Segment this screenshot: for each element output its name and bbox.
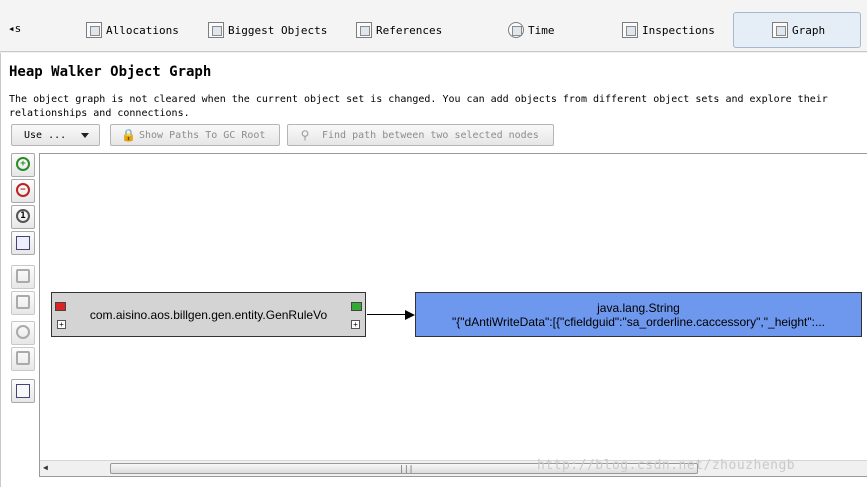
- chevron-down-icon: [81, 133, 89, 138]
- graph-view-panel: Heap Walker Object Graph The object grap…: [0, 53, 867, 487]
- show-paths-label: Show Paths To GC Root: [139, 129, 266, 141]
- show-paths-to-gc-root-button[interactable]: 🔒 Show Paths To GC Root: [110, 124, 280, 146]
- stop-button[interactable]: [11, 321, 35, 345]
- inspections-icon: [622, 22, 638, 38]
- tab-scroll-left-button[interactable]: ◂s: [8, 22, 21, 35]
- object-graph-canvas[interactable]: + com.aisino.aos.billgen.gen.entity.GenR…: [39, 153, 867, 477]
- tab-label: Graph: [792, 23, 826, 37]
- arrowhead-icon: [405, 310, 415, 320]
- find-path-button[interactable]: ⚲ Find path between two selected nodes: [287, 124, 554, 146]
- tab-graph[interactable]: Graph: [733, 12, 861, 48]
- node-detail: "{"dAntiWriteData":[{"cfieldguid":"sa_or…: [452, 314, 825, 329]
- tab-scroll-label: s: [14, 22, 22, 35]
- tab-allocations[interactable]: Allocations: [80, 12, 190, 48]
- expand-icon[interactable]: +: [351, 320, 360, 329]
- incoming-references-icon[interactable]: [55, 302, 66, 311]
- node-label: java.lang.String: [597, 300, 680, 315]
- back-button[interactable]: [11, 265, 35, 289]
- lock-icon: 🔒: [121, 128, 136, 142]
- zoom-out-icon: −: [16, 183, 30, 197]
- tab-label: Inspections: [642, 23, 715, 37]
- biggest-objects-icon: [208, 22, 224, 38]
- zoom-out-button[interactable]: −: [11, 179, 35, 203]
- layout-button[interactable]: [11, 379, 35, 403]
- time-icon: [508, 22, 524, 38]
- tab-label: Time: [528, 23, 555, 37]
- tab-label: References: [376, 23, 443, 37]
- use-dropdown-label: Use ...: [24, 129, 67, 141]
- page-description: The object graph is not cleared when the…: [9, 94, 828, 119]
- tab-label: Biggest Objects: [228, 23, 328, 37]
- fit-to-window-button[interactable]: [11, 231, 35, 255]
- tab-references[interactable]: References: [350, 12, 460, 48]
- delete-button[interactable]: [11, 347, 35, 371]
- fit-to-window-icon: [16, 236, 30, 250]
- stop-icon: [16, 325, 30, 339]
- use-dropdown-button[interactable]: Use ...: [11, 124, 100, 146]
- references-icon: [356, 22, 372, 38]
- zoom-reset-icon: 1: [16, 209, 30, 223]
- zoom-in-button[interactable]: +: [11, 153, 35, 177]
- tab-inspections[interactable]: Inspections: [616, 12, 726, 48]
- graph-icon: [772, 22, 788, 38]
- scroll-left-icon[interactable]: ◀: [43, 463, 48, 472]
- layout-icon: [16, 384, 30, 398]
- node-label: com.aisino.aos.billgen.gen.entity.GenRul…: [89, 307, 328, 322]
- page-title: Heap Walker Object Graph: [9, 64, 212, 80]
- find-path-label: Find path between two selected nodes: [322, 129, 539, 141]
- graph-node-string[interactable]: java.lang.String "{"dAntiWriteData":[{"c…: [415, 292, 862, 337]
- grip-icon: |||: [399, 464, 414, 473]
- forward-icon: [16, 295, 30, 309]
- tab-time[interactable]: Time: [502, 12, 582, 48]
- view-tab-bar: ◂s Allocations Biggest Objects Reference…: [0, 0, 867, 52]
- zoom-in-icon: +: [16, 157, 30, 171]
- trash-icon: [16, 351, 30, 365]
- expand-icon[interactable]: +: [57, 320, 66, 329]
- tab-label: Allocations: [106, 23, 179, 37]
- back-icon: [16, 269, 30, 283]
- allocations-icon: [86, 22, 102, 38]
- path-icon: ⚲: [300, 128, 310, 142]
- tab-biggest-objects[interactable]: Biggest Objects: [202, 12, 332, 48]
- graph-node-genrulevo[interactable]: + com.aisino.aos.billgen.gen.entity.GenR…: [51, 292, 366, 337]
- zoom-reset-button[interactable]: 1: [11, 205, 35, 229]
- watermark: http://blog.csdn.net/zhouzhengb: [537, 458, 796, 473]
- forward-button[interactable]: [11, 291, 35, 315]
- outgoing-references-icon[interactable]: [351, 302, 362, 311]
